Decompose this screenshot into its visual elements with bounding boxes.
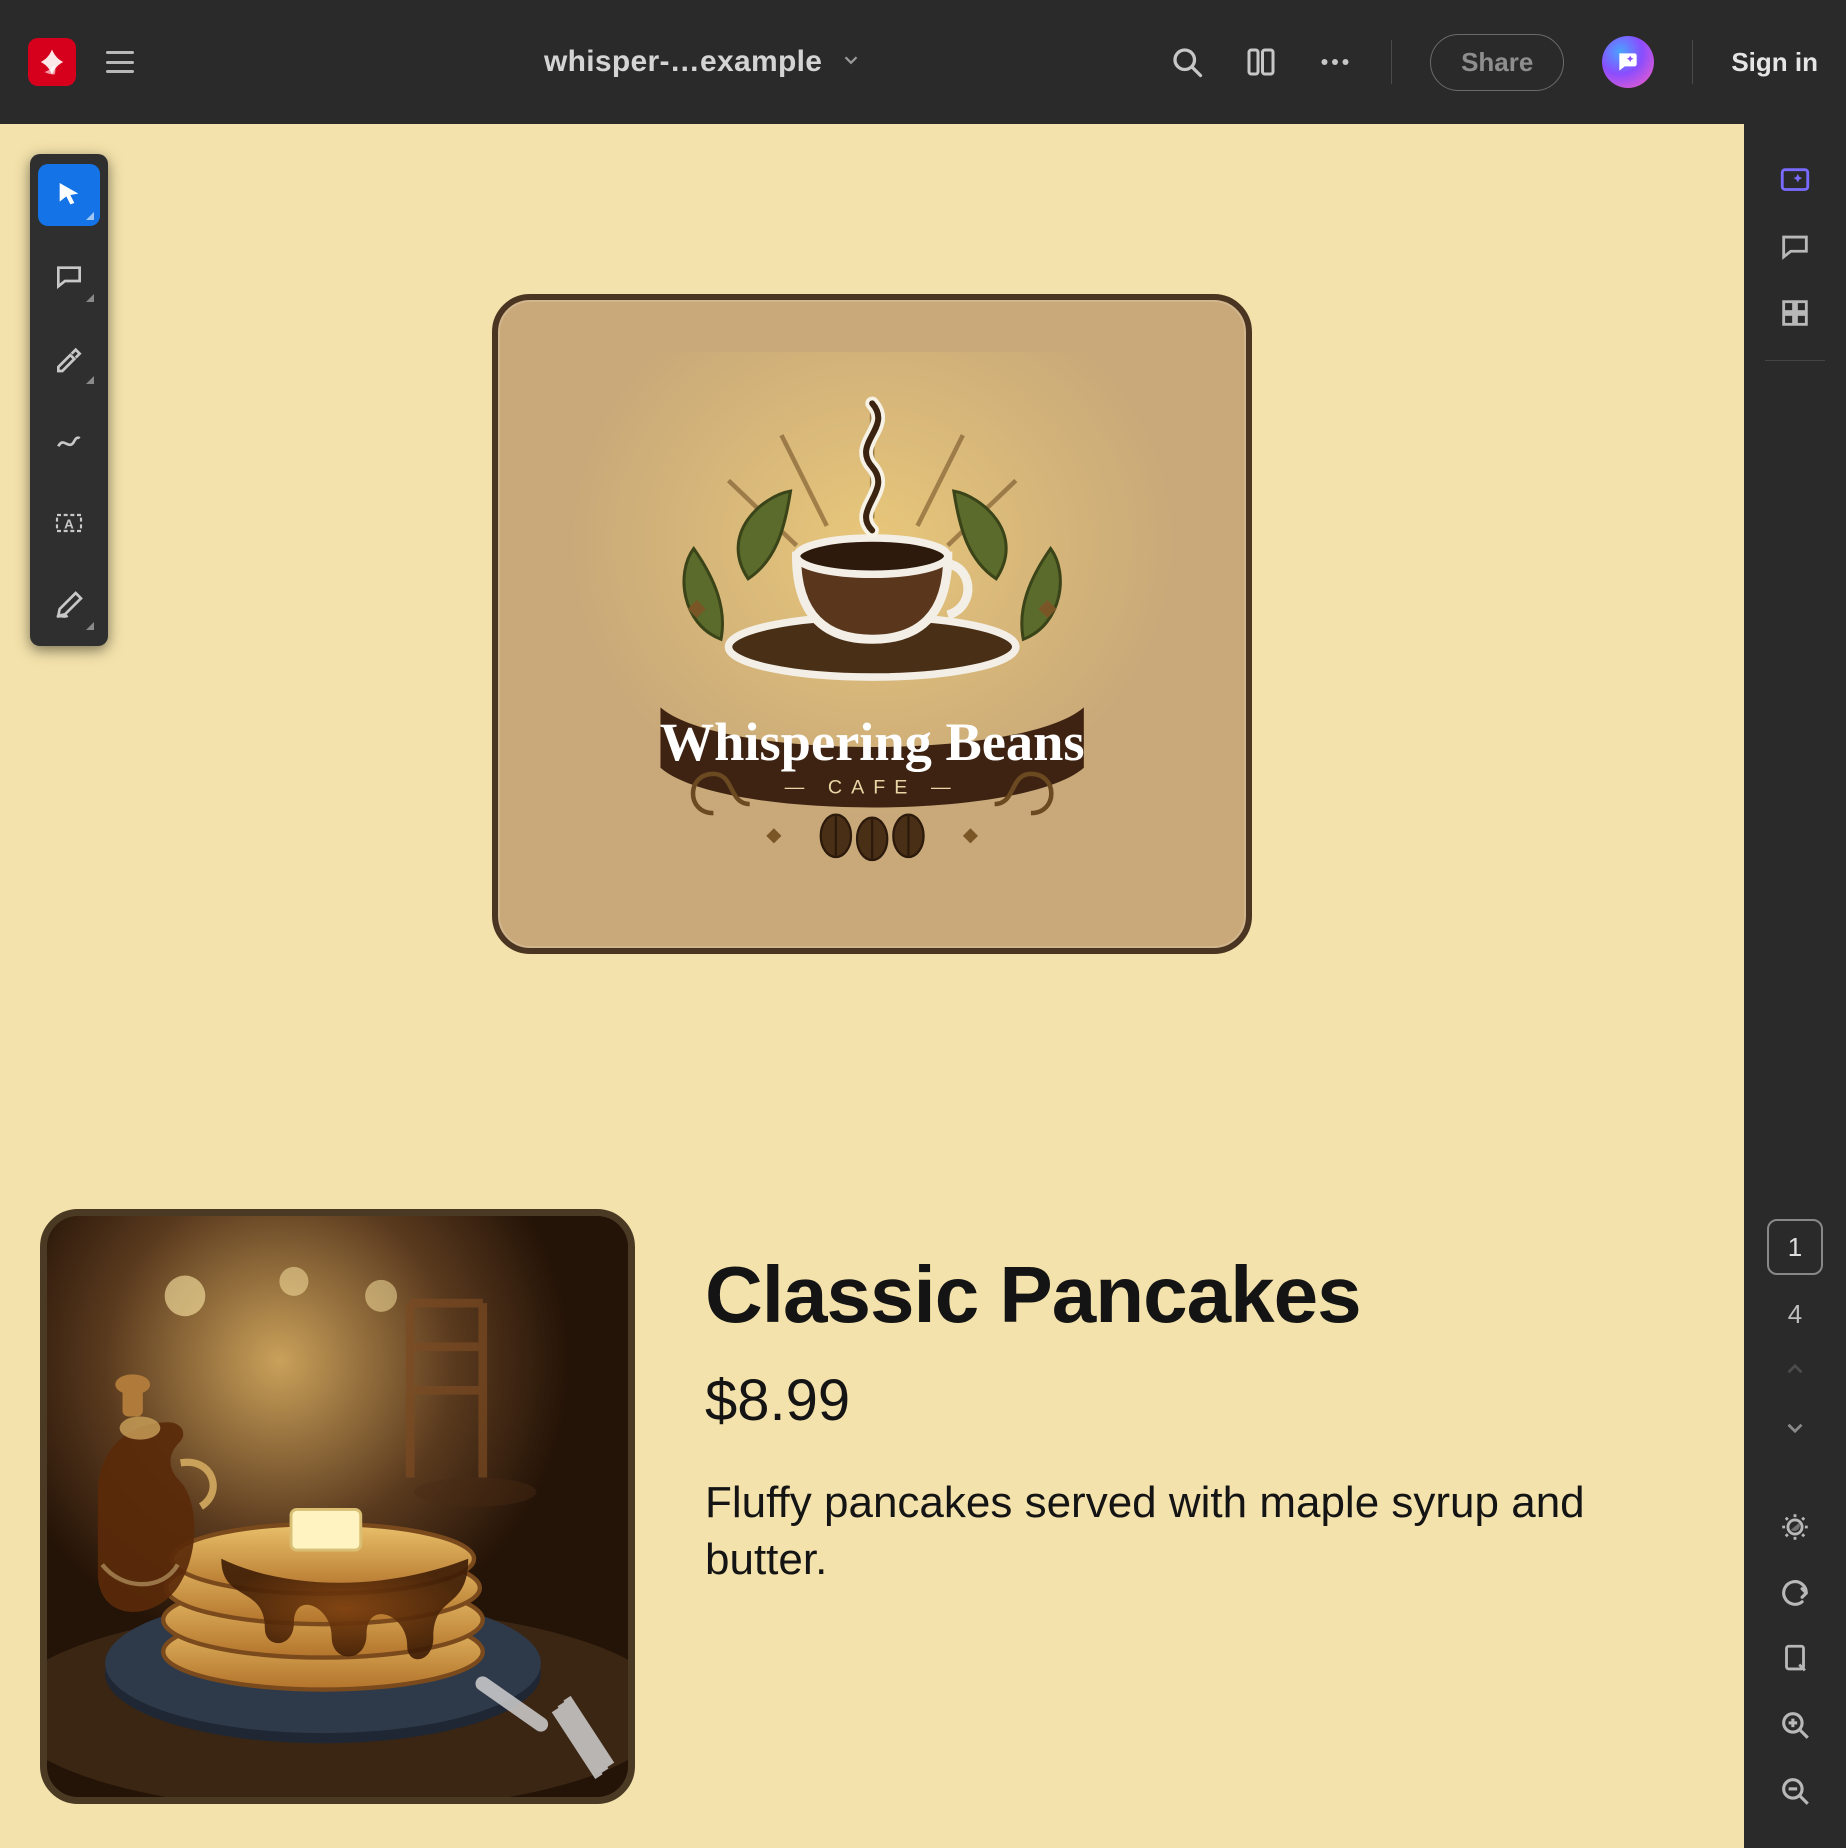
divider: [1692, 40, 1693, 84]
search-icon[interactable]: [1169, 44, 1205, 80]
total-pages: 4: [1788, 1299, 1802, 1330]
comments-panel-icon[interactable]: [1766, 218, 1824, 276]
document-title: whisper-…example: [544, 45, 822, 79]
current-page-value: 1: [1788, 1232, 1802, 1263]
prev-page-icon: [1772, 1346, 1818, 1397]
logo-text-line2: — CAFE —: [784, 776, 959, 798]
panels-icon[interactable]: [1243, 44, 1279, 80]
select-tool[interactable]: [38, 164, 100, 226]
appearance-icon[interactable]: [1766, 1498, 1824, 1556]
signin-link[interactable]: Sign in: [1731, 47, 1818, 78]
acrobat-logo[interactable]: [28, 38, 76, 86]
thumbnails-icon[interactable]: [1766, 284, 1824, 342]
chevron-down-icon[interactable]: [840, 49, 862, 76]
divider: [1391, 40, 1392, 84]
draw-tool[interactable]: [38, 410, 100, 472]
svg-text:A: A: [64, 516, 74, 531]
logo-text-line1: Whispering Beans: [660, 711, 1085, 772]
divider: [1765, 360, 1825, 361]
document-viewport[interactable]: Whispering Beans — CAFE —: [0, 124, 1744, 1848]
highlight-tool[interactable]: [38, 328, 100, 390]
menu-item-price: $8.99: [705, 1367, 1704, 1434]
zoom-out-icon[interactable]: [1766, 1762, 1824, 1820]
cafe-logo: Whispering Beans — CAFE —: [492, 294, 1252, 954]
menu-item-desc: Fluffy pancakes served with maple syrup …: [705, 1474, 1704, 1588]
textbox-tool[interactable]: A: [38, 492, 100, 554]
share-button[interactable]: Share: [1430, 34, 1564, 91]
menu-icon[interactable]: [104, 46, 136, 78]
next-page-icon[interactable]: [1772, 1405, 1818, 1456]
fit-page-icon[interactable]: [1766, 1630, 1824, 1688]
rotate-icon[interactable]: [1766, 1564, 1824, 1622]
pdf-page: Whispering Beans — CAFE —: [0, 124, 1744, 1848]
current-page-input[interactable]: 1: [1767, 1219, 1823, 1275]
zoom-in-icon[interactable]: [1766, 1696, 1824, 1754]
comment-tool[interactable]: [38, 246, 100, 308]
more-icon[interactable]: [1317, 44, 1353, 80]
sign-tool[interactable]: [38, 574, 100, 636]
right-rail: 1 4: [1744, 124, 1846, 1848]
menu-item-photo: [40, 1209, 635, 1804]
menu-item-name: Classic Pancakes: [705, 1249, 1704, 1341]
tool-palette: A: [30, 154, 108, 646]
ai-panel-icon[interactable]: [1766, 152, 1824, 210]
ai-assistant-icon[interactable]: [1602, 36, 1654, 88]
